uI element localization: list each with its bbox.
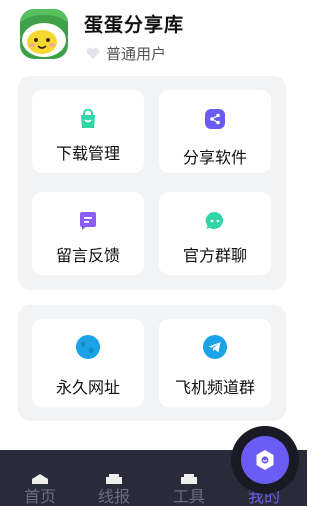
tab-news[interactable]: 线报: [84, 450, 144, 506]
avatar[interactable]: [20, 9, 68, 59]
official-group-chat-button[interactable]: 官方群聊: [159, 192, 271, 275]
telegram-channel-button[interactable]: 飞机频道群: [159, 319, 271, 407]
telegram-icon: [203, 335, 227, 359]
tab-tools-label: 工具: [172, 487, 205, 506]
share-icon: [203, 107, 227, 131]
feedback-label: 留言反馈: [55, 246, 120, 265]
tab-home[interactable]: 首页: [10, 450, 70, 506]
permanent-url-label: 永久网址: [55, 378, 120, 397]
profile-header: 蛋蛋分享库 普通用户: [0, 0, 307, 70]
official-group-chat-label: 官方群聊: [182, 246, 247, 265]
app-name: 蛋蛋分享库: [84, 14, 185, 36]
telegram-channel-label: 飞机频道群: [174, 378, 255, 397]
share-software-label: 分享软件: [182, 148, 247, 167]
permanent-url-button[interactable]: 永久网址: [32, 319, 144, 407]
profile-icon: [256, 450, 274, 470]
message-icon: [76, 209, 100, 233]
heart-icon: [86, 47, 100, 59]
smiling-egg-avatar-icon: [20, 9, 68, 59]
user-level-label: 普通用户: [106, 45, 167, 63]
chat-bubble-icon: [203, 209, 227, 233]
share-software-button[interactable]: 分享软件: [159, 90, 271, 173]
user-level: 普通用户: [86, 43, 166, 64]
tab-news-label: 线报: [97, 487, 130, 506]
tab-home-label: 首页: [23, 487, 56, 506]
globe-icon: [76, 335, 100, 359]
download-manager-label: 下载管理: [55, 144, 120, 163]
download-bag-icon: [76, 107, 100, 131]
profile-fab-button[interactable]: [241, 436, 289, 484]
tab-tools[interactable]: 工具: [159, 450, 219, 506]
feedback-button[interactable]: 留言反馈: [32, 192, 144, 275]
links-panel: 永久网址 飞机频道群: [18, 305, 286, 421]
main-menu-panel: 下载管理 分享软件 留言反馈 官方群聊: [18, 76, 286, 290]
download-manager-button[interactable]: 下载管理: [32, 90, 144, 173]
